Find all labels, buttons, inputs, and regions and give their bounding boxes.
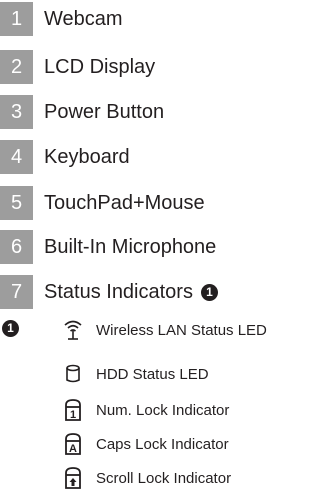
indicator-hdd: HDD Status LED bbox=[62, 362, 209, 386]
item-number: 7 bbox=[0, 275, 33, 309]
svg-text:A: A bbox=[69, 443, 77, 455]
item-number: 4 bbox=[0, 140, 33, 174]
indicator-scroll-lock: Scroll Lock Indicator bbox=[62, 466, 231, 490]
indicator-label: HDD Status LED bbox=[96, 365, 209, 383]
component-item-webcam: 1 Webcam bbox=[0, 2, 123, 36]
footnote-marker: 1 bbox=[2, 319, 19, 337]
footnote-marker: 1 bbox=[200, 283, 218, 301]
num-lock-icon: 1 bbox=[62, 399, 84, 421]
svg-text:1: 1 bbox=[70, 409, 76, 421]
wireless-icon bbox=[62, 319, 84, 341]
footnote-marker-callout: 1 bbox=[0, 319, 19, 337]
item-number: 3 bbox=[0, 95, 33, 129]
scroll-lock-icon bbox=[62, 467, 84, 489]
indicator-label: Caps Lock Indicator bbox=[96, 435, 229, 453]
item-label: LCD Display bbox=[44, 55, 156, 78]
component-item-touchpad: 5 TouchPad+Mouse bbox=[0, 186, 205, 220]
item-label: Webcam bbox=[44, 7, 123, 30]
item-label-group: Status Indicators 1 bbox=[44, 281, 218, 304]
item-label: Status Indicators bbox=[44, 280, 193, 303]
caps-lock-icon: A bbox=[62, 433, 84, 455]
item-label: Keyboard bbox=[44, 145, 130, 168]
indicator-wireless-lan: Wireless LAN Status LED bbox=[62, 318, 267, 342]
indicator-label: Num. Lock Indicator bbox=[96, 401, 230, 419]
item-number: 5 bbox=[0, 186, 33, 220]
component-item-power-button: 3 Power Button bbox=[0, 95, 164, 129]
indicator-caps-lock: A Caps Lock Indicator bbox=[62, 432, 229, 456]
component-item-keyboard: 4 Keyboard bbox=[0, 140, 130, 174]
item-label: Built-In Microphone bbox=[44, 235, 217, 258]
indicator-label: Scroll Lock Indicator bbox=[96, 469, 232, 487]
indicator-label: Wireless LAN Status LED bbox=[96, 321, 267, 339]
item-number: 6 bbox=[0, 230, 33, 264]
component-item-status-indicators: 7 Status Indicators 1 bbox=[0, 275, 218, 309]
item-label: TouchPad+Mouse bbox=[44, 191, 205, 214]
item-label: Power Button bbox=[44, 100, 165, 123]
item-number: 2 bbox=[0, 50, 33, 84]
component-item-microphone: 6 Built-In Microphone bbox=[0, 230, 216, 264]
item-number: 1 bbox=[0, 2, 33, 36]
hdd-icon bbox=[62, 363, 84, 385]
component-item-lcd-display: 2 LCD Display bbox=[0, 50, 155, 84]
indicator-num-lock: 1 Num. Lock Indicator bbox=[62, 398, 229, 422]
